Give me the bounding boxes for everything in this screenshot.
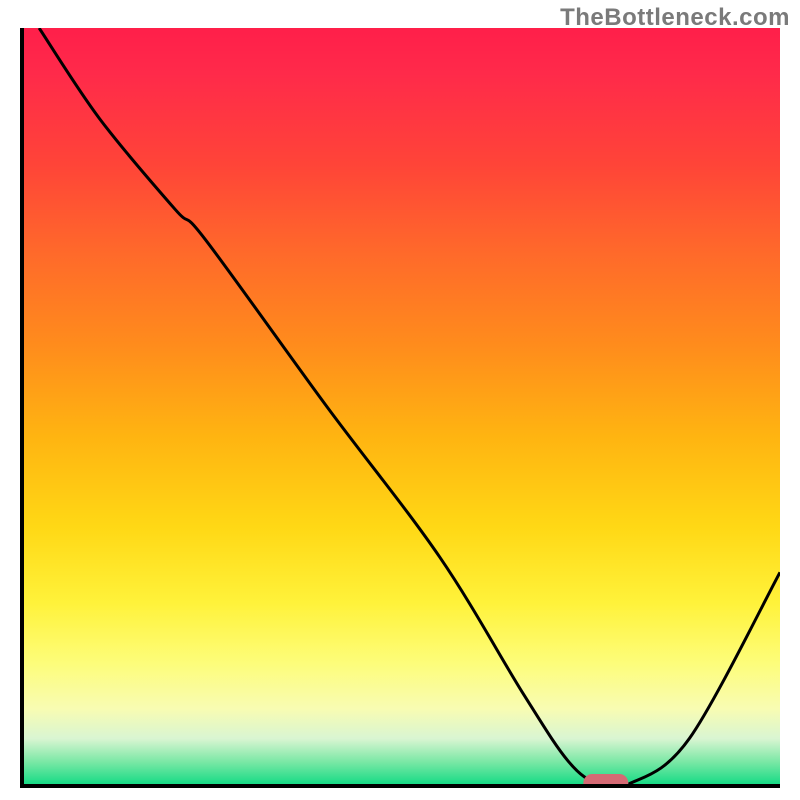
bottleneck-curve <box>24 28 780 784</box>
optimal-marker <box>583 774 628 788</box>
curve-path <box>39 28 780 788</box>
plot-area <box>20 28 780 788</box>
chart-container: TheBottleneck.com <box>0 0 800 800</box>
